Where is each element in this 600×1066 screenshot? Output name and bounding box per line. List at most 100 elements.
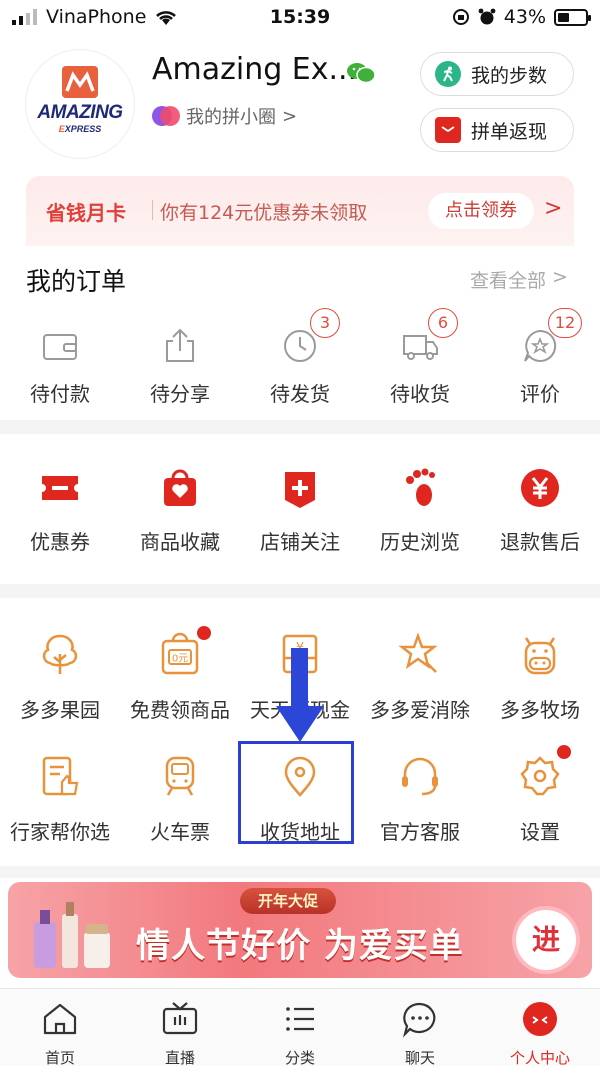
shortcut-favorites[interactable]: 商品收藏 <box>120 466 240 555</box>
pin-circle-label: 我的拼小圈 <box>186 107 276 128</box>
promo-tag: 开年大促 <box>240 888 336 914</box>
free-goods-icon: 0元 <box>161 632 199 675</box>
service-train-tickets[interactable]: 火车票 <box>120 754 240 845</box>
view-all-orders-link[interactable]: 查看全部 > <box>470 266 568 293</box>
order-pending-receipt[interactable]: 待收货 <box>360 326 480 407</box>
avatar[interactable]: AMAZING EXPRESS <box>26 50 134 158</box>
expert-pick-icon <box>42 756 79 796</box>
promo-headline: 情人节好价 为爱买单 <box>136 926 464 966</box>
section-divider <box>0 584 600 598</box>
shortcut-label: 商品收藏 <box>140 530 220 554</box>
battery-percent: 43% <box>503 6 546 28</box>
shortcut-history[interactable]: 历史浏览 <box>360 466 480 555</box>
refund-icon <box>521 469 559 507</box>
shortcut-refund[interactable]: 退款售后 <box>480 466 600 555</box>
my-steps-button[interactable]: 我的步数 <box>420 52 574 96</box>
home-icon <box>43 1003 77 1035</box>
service-settings[interactable]: 设置 <box>480 754 600 845</box>
tab-live[interactable]: 直播 <box>120 989 240 1066</box>
service-duoduo-ranch[interactable]: 多多牧场 <box>480 632 600 723</box>
favorite-bag-icon <box>164 469 196 506</box>
tree-icon <box>42 634 78 674</box>
service-label: 多多果园 <box>20 698 100 722</box>
my-steps-label: 我的步数 <box>471 64 548 87</box>
order-count-badge: 3 <box>310 308 340 338</box>
order-pending-payment[interactable]: 待付款 <box>0 326 120 407</box>
order-pending-share[interactable]: 待分享 <box>120 326 240 407</box>
service-expert-pick[interactable]: 行家帮你选 <box>0 754 120 845</box>
service-duoduo-orchard[interactable]: 多多果园 <box>0 632 120 723</box>
menu-icon <box>286 1007 314 1031</box>
shortcut-store-follow[interactable]: 店铺关注 <box>240 466 360 555</box>
chat-icon <box>402 1002 436 1038</box>
order-label: 待收货 <box>390 382 450 406</box>
logo-mark-icon <box>62 66 98 98</box>
store-follow-icon <box>285 472 315 508</box>
shortcut-label: 历史浏览 <box>380 530 460 554</box>
bottom-tab-bar: 首页 直播 分类 聊天 个人中心 <box>0 988 600 1066</box>
status-bar: VinaPhone 15:39 43% <box>0 0 600 34</box>
battery-icon <box>554 8 591 26</box>
pin-circle-icon <box>152 104 180 128</box>
group-cashback-label: 拼单返现 <box>471 120 548 143</box>
claim-coupon-button[interactable]: 点击领券 <box>428 193 534 229</box>
tab-profile[interactable]: 个人中心 <box>480 989 600 1066</box>
savings-card-banner[interactable]: 省钱月卡 你有124元优惠券未领取 点击领券 > <box>26 176 574 246</box>
service-duoduo-match[interactable]: 多多爱消除 <box>360 632 480 723</box>
section-divider <box>0 866 600 878</box>
section-divider <box>0 420 600 434</box>
order-review[interactable]: 评价 <box>480 326 600 407</box>
coupon-icon <box>42 476 78 500</box>
promo-enter-button[interactable]: 进 <box>516 910 576 970</box>
service-official-support[interactable]: 官方客服 <box>360 754 480 845</box>
wallet-icon <box>43 334 77 360</box>
chevron-right-icon: > <box>282 105 298 127</box>
order-label: 待付款 <box>30 382 90 406</box>
shortcut-label: 退款售后 <box>500 530 580 554</box>
order-count-badge: 12 <box>548 308 582 338</box>
profile-icon <box>523 1002 557 1036</box>
chevron-right-icon: > <box>544 196 563 221</box>
service-free-goods[interactable]: 0元 免费领商品 <box>120 632 240 723</box>
order-pending-shipment[interactable]: 待发货 <box>240 326 360 407</box>
notification-dot <box>557 745 571 759</box>
lock-rotation-icon <box>452 9 469 25</box>
tab-home[interactable]: 首页 <box>0 989 120 1066</box>
svg-text:0元: 0元 <box>172 654 188 665</box>
tab-label: 直播 <box>164 1049 195 1066</box>
orders-title: 我的订单 <box>26 267 127 296</box>
red-envelope-icon <box>435 117 461 143</box>
avatar-logo-text: AMAZING <box>37 102 123 123</box>
gear-icon <box>520 756 560 796</box>
wechat-icon <box>347 63 376 84</box>
alarm-icon <box>478 8 496 25</box>
tab-categories[interactable]: 分类 <box>240 989 360 1066</box>
headset-icon <box>402 757 438 796</box>
service-label: 免费领商品 <box>130 698 230 722</box>
service-label: 设置 <box>520 820 560 844</box>
user-name[interactable]: Amazing Ex... <box>152 52 357 87</box>
service-label: 行家帮你选 <box>10 820 110 844</box>
star-icon <box>398 632 438 673</box>
shortcut-coupons[interactable]: 优惠券 <box>0 466 120 555</box>
highlight-box <box>238 741 354 844</box>
tab-label: 首页 <box>44 1049 75 1066</box>
service-label: 火车票 <box>150 820 210 844</box>
footprint-icon <box>406 468 435 506</box>
service-label: 官方客服 <box>380 820 460 844</box>
tab-label: 分类 <box>284 1049 315 1066</box>
pin-circle-link[interactable]: 我的拼小圈 > <box>152 103 297 129</box>
status-right: 43% <box>452 6 591 28</box>
train-icon <box>165 756 195 796</box>
share-icon <box>166 328 194 362</box>
group-cashback-button[interactable]: 拼单返现 <box>420 108 574 152</box>
tab-chat[interactable]: 聊天 <box>360 989 480 1066</box>
arrow-down-icon <box>276 706 324 742</box>
shortcut-label: 店铺关注 <box>260 530 340 554</box>
savings-card-description: 你有124元优惠券未领取 <box>160 202 368 224</box>
valentine-promo-banner[interactable]: 开年大促 情人节好价 为爱买单 进 <box>8 882 592 978</box>
order-label: 评价 <box>520 382 560 406</box>
tab-label: 聊天 <box>404 1049 435 1066</box>
order-label: 待分享 <box>150 382 210 406</box>
battery-level <box>558 12 569 22</box>
